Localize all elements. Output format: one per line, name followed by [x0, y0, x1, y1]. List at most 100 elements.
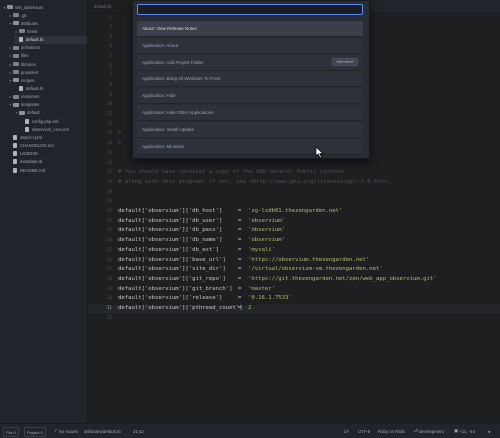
assignment-operator: =	[238, 208, 242, 214]
line-number: 23	[106, 228, 112, 234]
tree-folder[interactable]: ▸ definitions	[8, 44, 87, 52]
assignment-operator: =	[238, 227, 242, 234]
folder-icon	[19, 110, 25, 115]
command-label: Application: Hide	[142, 93, 176, 99]
attribute-key: default['observium']['git_branch']	[118, 285, 233, 292]
line-number: 10	[106, 102, 112, 108]
code-line: default['observium']['base_url'] = 'https:…	[118, 256, 369, 263]
code-line: default['observium']['git_repo'] = 'https:…	[118, 276, 437, 282]
line-number: 18	[106, 179, 112, 185]
file-icon	[13, 167, 17, 173]
code-comment: #	[118, 130, 122, 137]
tree-folder[interactable]: ▸ libraries	[8, 60, 87, 68]
line-number: 11	[106, 112, 112, 117]
file-icon	[13, 151, 17, 157]
tree-file[interactable]: README.md	[8, 166, 87, 174]
tree-file[interactable]: default.rb	[14, 85, 87, 93]
command-item[interactable]: Application: Minimize	[137, 138, 363, 155]
project-tile[interactable]: Project 0	[24, 427, 46, 437]
line-number: 21	[106, 209, 112, 214]
assignment-operator: =	[238, 246, 242, 253]
attribute-key: default['observium']['site_dir']	[118, 266, 226, 273]
folder-icon	[13, 62, 19, 67]
attribute-key: default['observium']['db_name']	[118, 237, 223, 244]
attribute-key: default['observium']['base_url']	[118, 256, 226, 263]
tree-file[interactable]: CHANGELOG.md	[8, 142, 87, 150]
command-item[interactable]: About: View Release Notes	[137, 21, 363, 37]
command-item[interactable]: Application: Add Project Folder Ctrl+Alt+…	[137, 54, 363, 71]
line-number: 20	[106, 199, 112, 205]
tree-folder[interactable]: ▾ recipes	[8, 76, 87, 84]
folder-icon	[13, 70, 19, 75]
tree-item-label: definitions	[21, 45, 40, 51]
tree-item-label: observium_cron.erb	[32, 126, 70, 132]
tree-item-label: attributes	[21, 20, 39, 26]
tree-item-label: metadata.rb	[20, 159, 43, 165]
tree-item-label: default	[27, 110, 40, 116]
tree-item-label: files	[21, 53, 29, 59]
code-line: default['observium']['release'] = '0.16.1.…	[118, 295, 292, 301]
tree-folder[interactable]: ▾ templates	[8, 101, 87, 109]
tree-file[interactable]: default.rb	[14, 35, 87, 44]
command-item[interactable]: Application: Hide Other Applications	[137, 105, 363, 121]
command-item[interactable]: Application: About	[137, 37, 363, 54]
cursor-position-label: 31:42	[133, 428, 144, 434]
folder-icon	[13, 21, 19, 26]
attribute-value: 'zg-lxdb01.thezengarden.net'	[248, 208, 343, 214]
grammar-selector[interactable]: Ruby on Rails	[378, 424, 405, 438]
line-number: 17	[106, 170, 112, 176]
command-palette-search-input[interactable]	[137, 4, 363, 15]
git-branch[interactable]: ⎇ development	[413, 424, 444, 438]
line-number: 6	[109, 63, 112, 69]
tree-folder[interactable]: ▸ forest	[14, 27, 87, 35]
file-icon	[13, 134, 17, 140]
tree-file[interactable]: metadata.rb	[8, 158, 87, 166]
folder-icon	[13, 13, 19, 18]
tree-folder[interactable]: ▾ ssh_observium	[2, 3, 87, 11]
folder-icon	[13, 94, 19, 99]
command-item[interactable]: Application: Hide	[137, 88, 363, 105]
tree-folder[interactable]: ▾ default	[14, 109, 87, 117]
mouse-pointer-icon	[315, 146, 324, 159]
command-item[interactable]: Application: Install Update	[137, 121, 363, 138]
attribute-value: 'master'	[248, 285, 275, 292]
attribute-value: 'https://observium.thezengarden.net'	[248, 256, 370, 263]
command-label: Application: About	[142, 42, 179, 48]
github-icon[interactable]: ●	[488, 424, 491, 438]
tree-file[interactable]: LICENSE	[8, 150, 87, 158]
tree-item-label: attach-r.pml	[20, 134, 42, 140]
git-diff-summary[interactable]: ▣ +11, -44	[454, 424, 475, 438]
command-label: Application: Add Project Folder	[142, 59, 204, 65]
tree-view[interactable]: ▾ ssh_observium ▸ .git ▾ attributes ▸ forest def…	[0, 0, 88, 423]
line-number: 1	[109, 15, 112, 20]
tree-folder[interactable]: ▸ files	[8, 52, 87, 60]
line-number: 12	[106, 121, 112, 127]
linter-status[interactable]: ✓ No Issues	[54, 424, 78, 438]
tree-file[interactable]: config.php.erb	[20, 117, 87, 125]
line-number: 22	[106, 218, 112, 224]
code-line: default['observium']['db_ext'] = 'mysqli'	[118, 247, 275, 253]
tree-folder[interactable]: ▸ resources	[8, 93, 87, 101]
tree-folder[interactable]: ▸ .git	[8, 11, 87, 19]
command-palette: About: View Release Notes Application: Ab…	[132, 0, 370, 159]
file-tile[interactable]: File 0	[3, 427, 19, 437]
assignment-operator: =	[238, 237, 242, 244]
tree-file[interactable]: attach-r.pml	[8, 133, 87, 141]
folder-icon	[7, 5, 13, 9]
tree-item-label: LICENSE	[20, 151, 38, 157]
line-number: 7	[109, 73, 112, 79]
line-number: 30	[106, 296, 112, 302]
line-number: 4	[109, 44, 112, 50]
tree-folder[interactable]: ▾ attributes	[8, 19, 87, 27]
tab-label: default.rb	[94, 4, 112, 9]
file-path[interactable]: attributes/default.rb	[84, 424, 121, 438]
attribute-value: 'observium'	[248, 217, 286, 224]
command-item[interactable]: Application: Bring All Windows To Front	[137, 71, 363, 88]
tree-file[interactable]: observium_cron.erb	[20, 125, 87, 133]
tree-folder[interactable]: ▸ providers	[8, 68, 87, 76]
folder-icon	[13, 45, 19, 50]
assignment-operator: =	[238, 217, 242, 224]
line-ending-selector[interactable]: LF	[344, 424, 349, 438]
cursor-position[interactable]: 31:42	[133, 424, 144, 438]
encoding-selector[interactable]: UTF-8	[358, 424, 370, 438]
